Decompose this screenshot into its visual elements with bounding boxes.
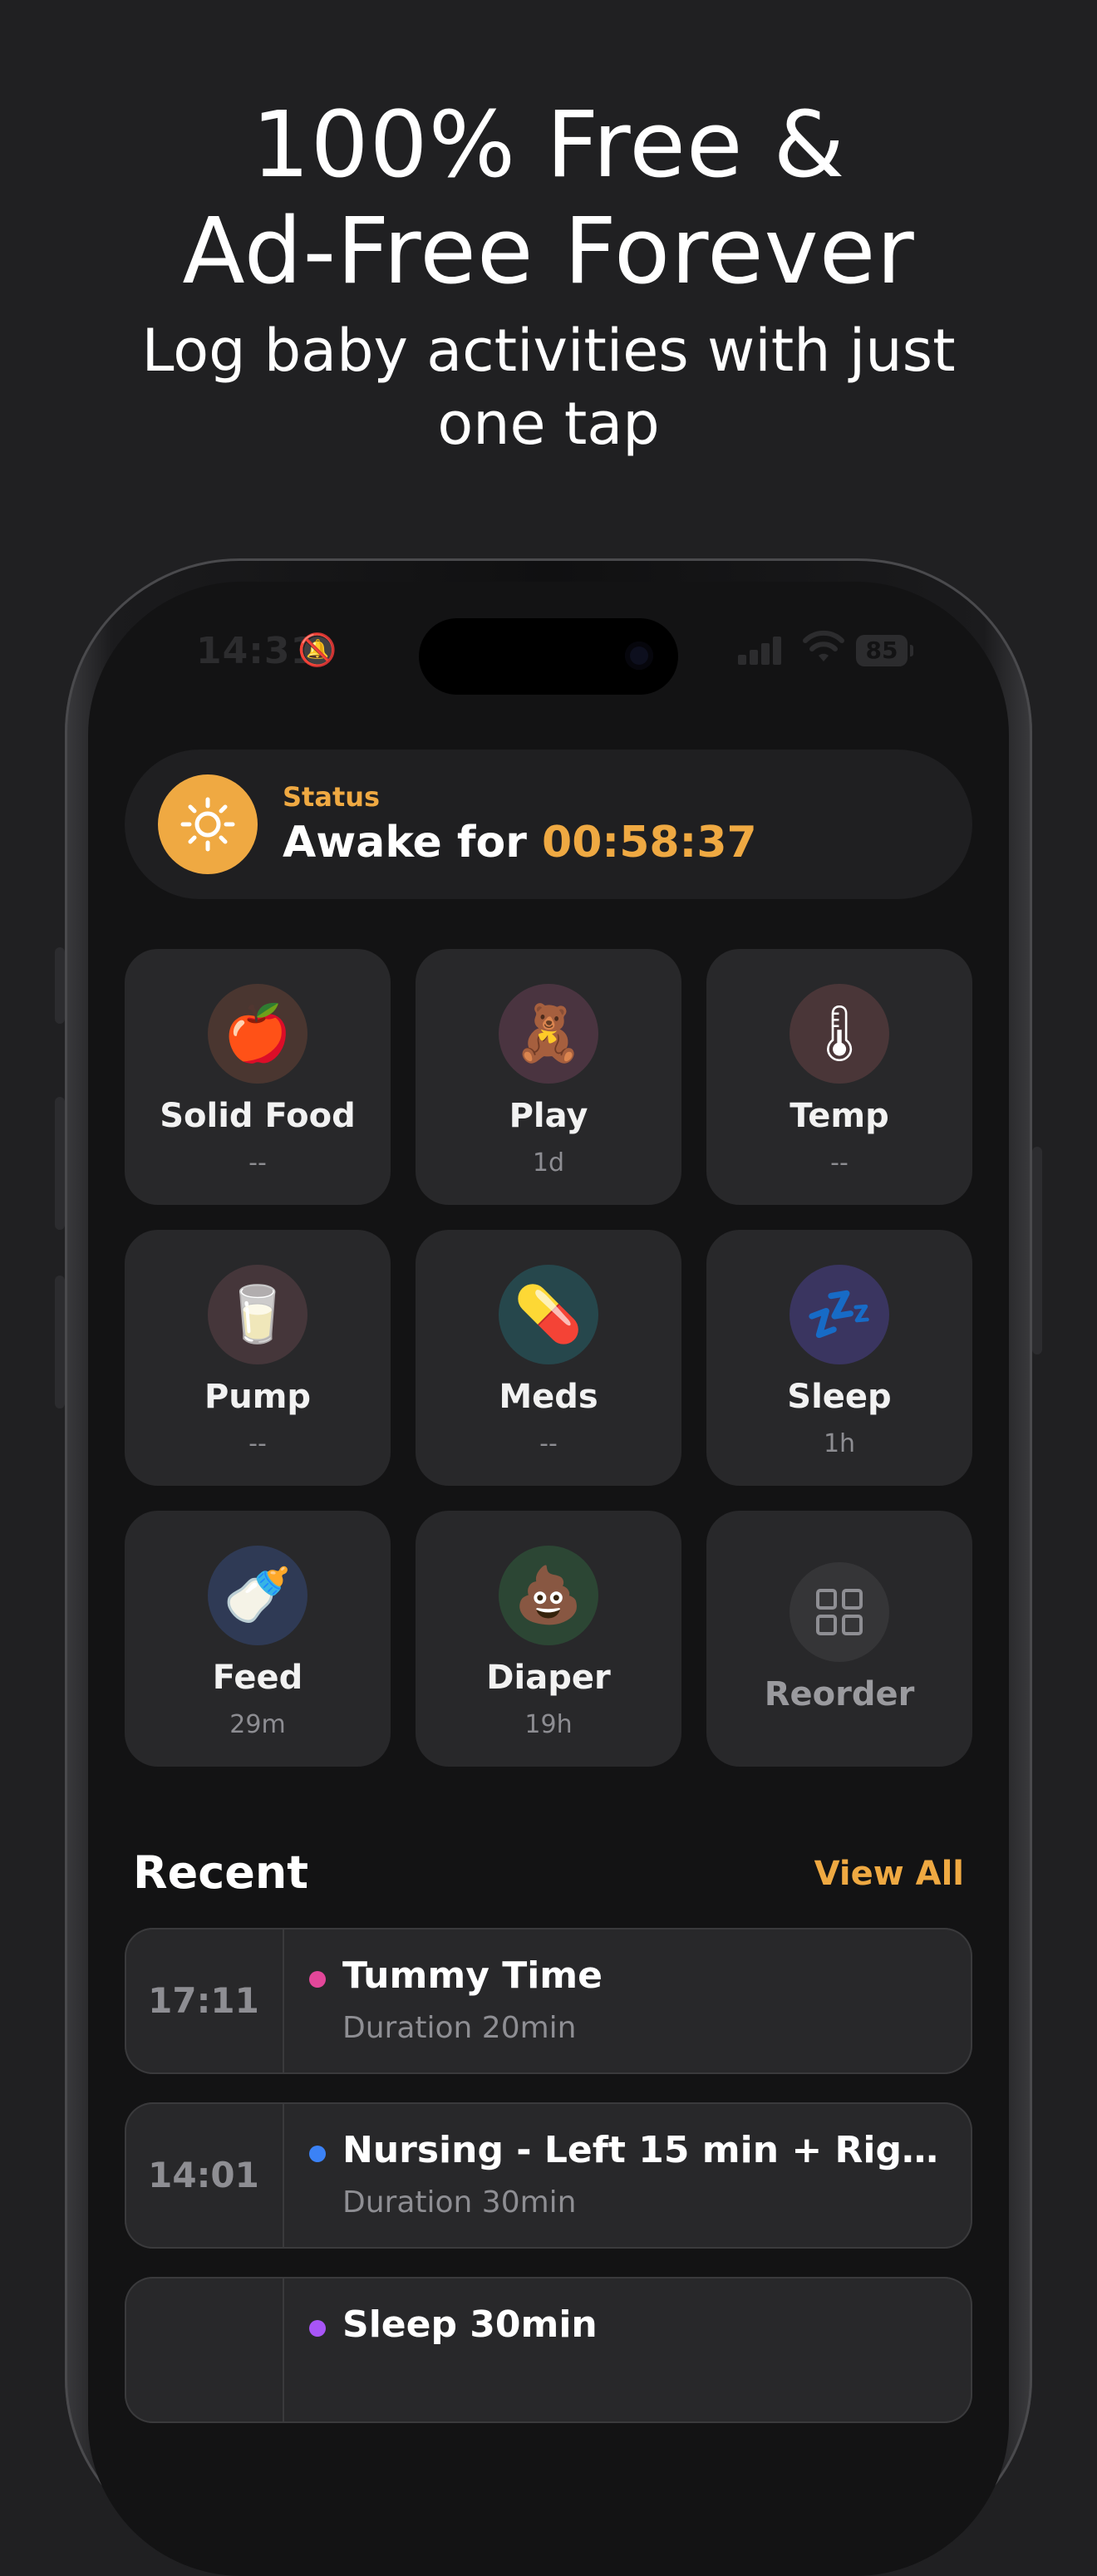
tile-label: Meds xyxy=(499,1378,598,1416)
status-label: Status xyxy=(283,781,381,813)
subhead-line-2: one tap xyxy=(437,390,660,458)
volume-up-button xyxy=(55,1097,65,1230)
entry-title: Tummy Time xyxy=(342,1954,603,1997)
entry-title: Sleep 30min xyxy=(342,2303,598,2346)
activity-grid: 🍎 Solid Food -- 🧸 Play 1d 🌡 Temp -- 🥛 Pu… xyxy=(125,949,972,1780)
phone-screen: 14:31 🔕 85 Status Awake for 00:58:37 🍎 S… xyxy=(88,582,1009,2576)
headline-line-2: Ad-Free Forever xyxy=(182,198,915,304)
tile-last-logged: 1d xyxy=(532,1148,565,1177)
entry-time: 17:11 xyxy=(125,1928,284,2074)
entry-color-dot xyxy=(309,1971,326,1988)
tile-last-logged: 1h xyxy=(823,1429,856,1458)
tile-last-logged: 29m xyxy=(229,1710,286,1739)
reorder-label: Reorder xyxy=(764,1675,915,1713)
milk-glass-icon: 🥛 xyxy=(208,1265,307,1364)
wifi-icon xyxy=(803,630,844,661)
tile-label: Temp xyxy=(790,1097,889,1135)
entry-color-dot xyxy=(309,2146,326,2162)
tile-last-logged: -- xyxy=(539,1429,558,1458)
cellular-signal-icon xyxy=(738,635,788,665)
entry-color-dot xyxy=(309,2320,326,2337)
battery-icon: 85 xyxy=(856,635,913,666)
pill-icon: 💊 xyxy=(499,1265,598,1364)
tile-label: Sleep xyxy=(787,1378,892,1416)
tile-label: Play xyxy=(509,1097,588,1135)
power-button xyxy=(1032,1147,1042,1354)
grid-icon xyxy=(790,1562,889,1662)
thermometer-icon: 🌡 xyxy=(790,984,889,1084)
dynamic-island xyxy=(419,618,678,695)
tile-temp[interactable]: 🌡 Temp -- xyxy=(706,949,972,1205)
tile-play[interactable]: 🧸 Play 1d xyxy=(416,949,681,1205)
entry-time: 14:01 xyxy=(125,2102,284,2249)
recent-entry[interactable]: 14:01 Nursing - Left 15 min + Right 15 m… xyxy=(125,2102,972,2249)
teddy-bear-icon: 🧸 xyxy=(499,984,598,1084)
volume-down-button xyxy=(55,1276,65,1408)
apple-icon: 🍎 xyxy=(208,984,307,1084)
subhead-line-1: Log baby activities with just xyxy=(141,317,956,385)
tile-last-logged: -- xyxy=(248,1148,267,1177)
tile-last-logged: 19h xyxy=(524,1710,573,1739)
sun-icon xyxy=(158,774,258,874)
tile-label: Diaper xyxy=(486,1659,611,1697)
poop-icon: 💩 xyxy=(499,1546,598,1645)
recent-entry[interactable]: Sleep 30min xyxy=(125,2277,972,2423)
recent-entry[interactable]: 17:11 Tummy Time Duration 20min xyxy=(125,1928,972,2074)
entry-duration: Duration 30min xyxy=(342,2185,577,2220)
status-card[interactable]: Status Awake for 00:58:37 xyxy=(125,750,972,899)
tile-label: Solid Food xyxy=(160,1097,356,1135)
status-line: Awake for 00:58:37 xyxy=(283,818,757,868)
status-bar: 14:31 🔕 85 xyxy=(88,582,1009,731)
entry-duration: Duration 20min xyxy=(342,2011,577,2045)
tile-solid-food[interactable]: 🍎 Solid Food -- xyxy=(125,949,391,1205)
camera-icon xyxy=(625,642,653,670)
tile-pump[interactable]: 🥛 Pump -- xyxy=(125,1230,391,1486)
tile-meds[interactable]: 💊 Meds -- xyxy=(416,1230,681,1486)
tile-label: Pump xyxy=(204,1378,312,1416)
zzz-icon: 💤 xyxy=(790,1265,889,1364)
promo-headline: 100% Free & Ad-Free Forever xyxy=(0,91,1097,304)
reorder-button[interactable]: Reorder xyxy=(706,1511,972,1767)
recent-heading: Recent xyxy=(133,1846,309,1899)
tile-label: Feed xyxy=(212,1659,303,1697)
tile-last-logged: -- xyxy=(248,1429,267,1458)
tile-sleep[interactable]: 💤 Sleep 1h xyxy=(706,1230,972,1486)
tile-last-logged: -- xyxy=(830,1148,849,1177)
headline-line-1: 100% Free & xyxy=(251,91,846,198)
baby-bottle-icon: 🍼 xyxy=(208,1546,307,1645)
action-button xyxy=(55,947,65,1024)
entry-title: Nursing - Left 15 min + Right 15 min xyxy=(342,2129,941,2171)
entry-time xyxy=(125,2277,284,2423)
bell-slash-icon: 🔕 xyxy=(298,632,337,668)
awake-timer: 00:58:37 xyxy=(542,818,757,868)
promo-subheadline: Log baby activities with just one tap xyxy=(0,314,1097,460)
status-text: Awake for xyxy=(283,818,527,868)
tile-feed[interactable]: 🍼 Feed 29m xyxy=(125,1511,391,1767)
view-all-link[interactable]: View All xyxy=(814,1855,964,1893)
tile-diaper[interactable]: 💩 Diaper 19h xyxy=(416,1511,681,1767)
